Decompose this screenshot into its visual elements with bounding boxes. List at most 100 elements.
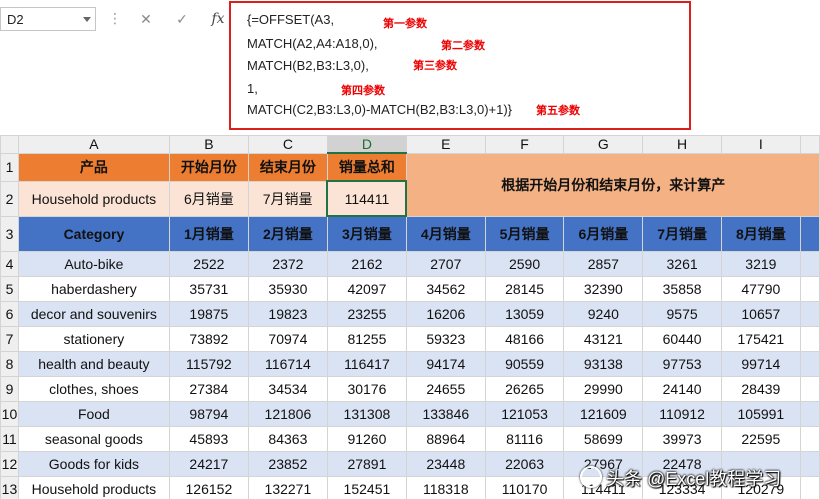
category-cell[interactable]: Food [17, 400, 170, 427]
value-cell[interactable]: 121806 [247, 400, 328, 427]
value-cell[interactable]: 70974 [247, 325, 328, 352]
value-cell[interactable]: 32390 [563, 275, 644, 302]
check-icon[interactable]: ✓ [170, 8, 194, 30]
value-cell[interactable]: 116417 [326, 350, 407, 377]
row-header[interactable]: 1 [0, 152, 19, 182]
table-header-cell[interactable]: 6月销量 [563, 215, 644, 252]
value-cell[interactable]: 47790 [720, 275, 801, 302]
value-cell[interactable]: 98794 [168, 400, 249, 427]
value-cell[interactable]: 16206 [405, 300, 486, 327]
category-cell[interactable]: seasonal goods [17, 425, 170, 452]
row-header[interactable]: 11 [0, 425, 19, 452]
value-cell[interactable]: 2162 [326, 250, 407, 277]
category-cell[interactable]: Auto-bike [17, 250, 170, 277]
value-cell[interactable]: 24655 [405, 375, 486, 402]
value-cell[interactable]: 43121 [563, 325, 644, 352]
value-cell[interactable]: 24217 [168, 450, 249, 477]
row-header[interactable]: 4 [0, 250, 19, 277]
table-header-cell[interactable]: 8月销量 [720, 215, 801, 252]
value-cell[interactable]: 90559 [484, 350, 565, 377]
value-cell[interactable]: 35930 [247, 275, 328, 302]
value-cell[interactable]: 34534 [247, 375, 328, 402]
header-cell[interactable]: 销量总和 [326, 152, 407, 182]
value-cell[interactable]: 30176 [326, 375, 407, 402]
value-cell[interactable]: 105991 [720, 400, 801, 427]
category-cell[interactable]: Goods for kids [17, 450, 170, 477]
value-cell[interactable]: 97753 [642, 350, 722, 377]
value-cell[interactable]: 9575 [642, 300, 722, 327]
column-header[interactable]: B [168, 135, 249, 154]
value-cell[interactable]: 27384 [168, 375, 249, 402]
value-cell[interactable]: 34562 [405, 275, 486, 302]
value-cell[interactable]: 60440 [642, 325, 722, 352]
value-cell[interactable]: 93138 [563, 350, 644, 377]
header-cell[interactable]: 结束月份 [247, 152, 328, 182]
value-cell[interactable]: 9240 [563, 300, 644, 327]
cell[interactable]: Household products [17, 180, 170, 217]
value-cell[interactable]: 48166 [484, 325, 565, 352]
value-cell[interactable]: 19823 [247, 300, 328, 327]
value-cell[interactable]: 2522 [168, 250, 249, 277]
value-cell[interactable]: 99714 [720, 350, 801, 377]
table-header-cell[interactable] [799, 215, 820, 252]
cell[interactable] [799, 325, 820, 352]
value-cell[interactable]: 110912 [642, 400, 722, 427]
row-header[interactable]: 8 [0, 350, 19, 377]
table-header-cell[interactable]: 4月销量 [405, 215, 486, 252]
value-cell[interactable]: 115792 [168, 350, 249, 377]
row-header[interactable]: 3 [0, 215, 19, 252]
value-cell[interactable]: 13059 [484, 300, 565, 327]
value-cell[interactable]: 152451 [326, 475, 407, 499]
cell[interactable] [799, 300, 820, 327]
category-cell[interactable]: clothes, shoes [17, 375, 170, 402]
table-header-cell[interactable]: 3月销量 [326, 215, 407, 252]
category-cell[interactable]: haberdashery [17, 275, 170, 302]
value-cell[interactable]: 133846 [405, 400, 486, 427]
cell[interactable] [799, 475, 820, 499]
cell[interactable] [799, 400, 820, 427]
column-header[interactable] [799, 135, 820, 154]
column-header[interactable]: A [17, 135, 170, 154]
value-cell[interactable]: 58699 [563, 425, 644, 452]
category-cell[interactable]: decor and souvenirs [17, 300, 170, 327]
cell[interactable] [799, 250, 820, 277]
chevron-down-icon[interactable] [83, 17, 91, 22]
value-cell[interactable]: 126152 [168, 475, 249, 499]
value-cell[interactable]: 81255 [326, 325, 407, 352]
column-header[interactable]: I [720, 135, 801, 154]
value-cell[interactable]: 2707 [405, 250, 486, 277]
category-cell[interactable]: stationery [17, 325, 170, 352]
category-cell[interactable]: health and beauty [17, 350, 170, 377]
value-cell[interactable]: 91260 [326, 425, 407, 452]
value-cell[interactable]: 28439 [720, 375, 801, 402]
column-header[interactable]: E [405, 135, 486, 154]
value-cell[interactable]: 88964 [405, 425, 486, 452]
value-cell[interactable]: 94174 [405, 350, 486, 377]
row-header[interactable]: 13 [0, 475, 19, 499]
cell[interactable]: 7月销量 [247, 180, 328, 217]
value-cell[interactable]: 27891 [326, 450, 407, 477]
table-header-cell[interactable]: 5月销量 [484, 215, 565, 252]
row-header[interactable]: 9 [0, 375, 19, 402]
value-cell[interactable]: 81116 [484, 425, 565, 452]
formula-input[interactable]: {=OFFSET(A3, MATCH(A2,A4:A18,0), MATCH(B… [229, 1, 691, 130]
row-header[interactable]: 5 [0, 275, 19, 302]
column-header[interactable]: C [247, 135, 328, 154]
column-header[interactable]: H [642, 135, 722, 154]
value-cell[interactable]: 132271 [247, 475, 328, 499]
cell[interactable] [799, 450, 820, 477]
value-cell[interactable]: 28145 [484, 275, 565, 302]
value-cell[interactable]: 175421 [720, 325, 801, 352]
value-cell[interactable]: 10657 [720, 300, 801, 327]
value-cell[interactable]: 73892 [168, 325, 249, 352]
column-header-selected[interactable]: D [326, 135, 407, 154]
value-cell[interactable]: 19875 [168, 300, 249, 327]
value-cell[interactable]: 3219 [720, 250, 801, 277]
value-cell[interactable]: 23852 [247, 450, 328, 477]
category-cell[interactable]: Household products [17, 475, 170, 499]
value-cell[interactable]: 2372 [247, 250, 328, 277]
value-cell[interactable]: 116714 [247, 350, 328, 377]
value-cell[interactable]: 131308 [326, 400, 407, 427]
value-cell[interactable]: 2590 [484, 250, 565, 277]
value-cell[interactable]: 24140 [642, 375, 722, 402]
